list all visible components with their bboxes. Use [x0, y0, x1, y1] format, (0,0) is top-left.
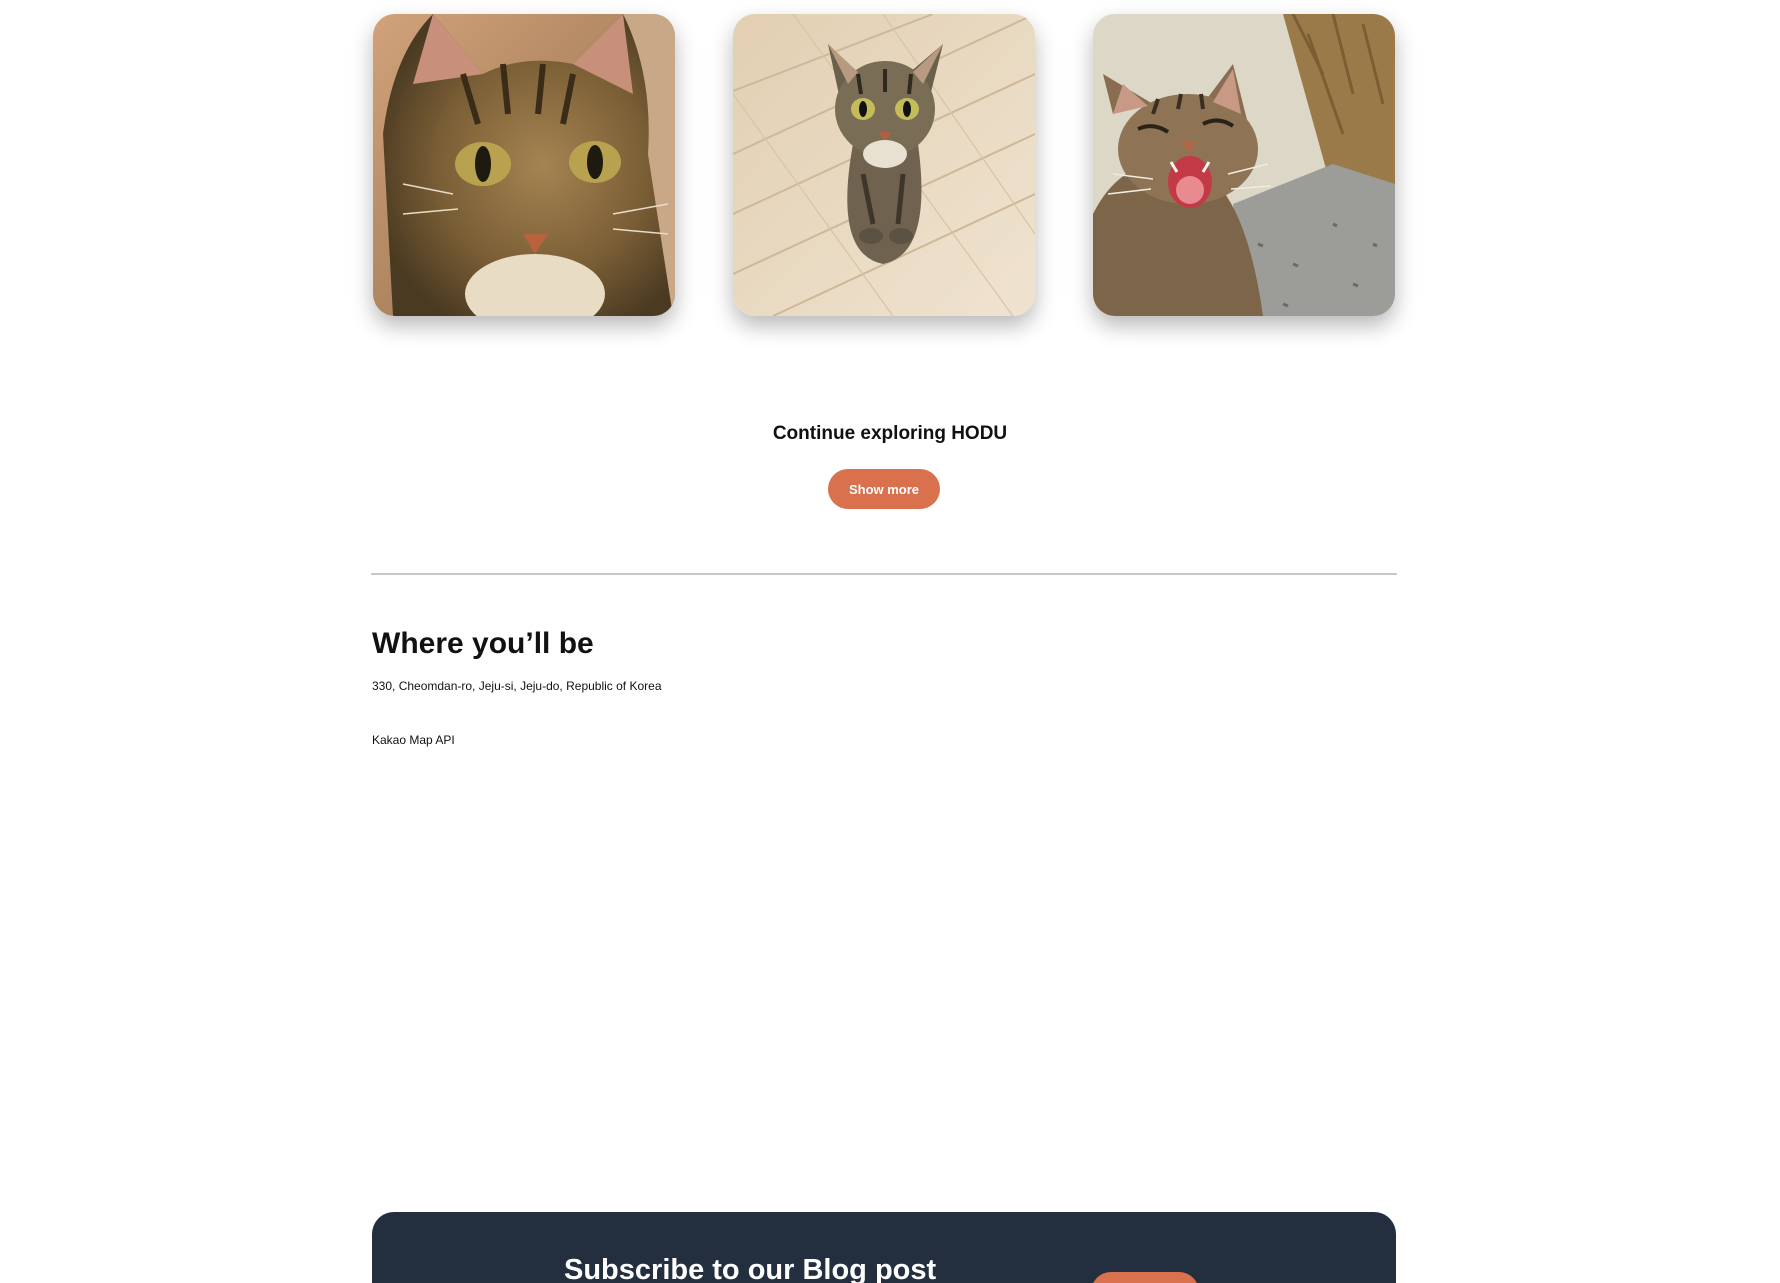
- subscribe-button[interactable]: [1091, 1272, 1199, 1283]
- gallery-photo-3[interactable]: [1093, 14, 1395, 316]
- map-label: Kakao Map API: [372, 733, 455, 747]
- cat-photo-2: [733, 14, 1035, 316]
- cat-photo-3: [1093, 14, 1395, 316]
- subscribe-panel: Subscribe to our Blog post: [372, 1212, 1396, 1283]
- cat-photo-1: [373, 14, 675, 316]
- explore-heading: Continue exploring HODU: [772, 423, 1008, 444]
- location-address: 330, Cheomdan-ro, Jeju-si, Jeju-do, Repu…: [372, 679, 662, 693]
- section-divider: [371, 573, 1397, 575]
- photo-gallery: [373, 14, 1398, 316]
- show-more-button[interactable]: Show more: [828, 469, 940, 509]
- gallery-photo-2[interactable]: [733, 14, 1035, 316]
- subscribe-title: Subscribe to our Blog post: [564, 1254, 937, 1283]
- map-container[interactable]: Kakao Map API: [372, 731, 1398, 1171]
- gallery-photo-1[interactable]: [373, 14, 675, 316]
- location-heading: Where you’ll be: [372, 627, 594, 660]
